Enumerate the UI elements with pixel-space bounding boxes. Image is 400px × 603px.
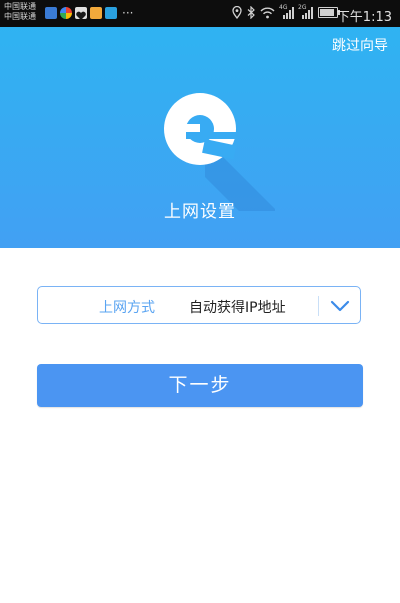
wifi-icon (260, 7, 275, 18)
system-icons: 4G 2G (232, 4, 340, 19)
carrier-name-2: 中国联通 (4, 12, 36, 21)
connection-method-select[interactable]: 上网方式 自动获得IP地址 (37, 286, 361, 324)
notification-icons: ··· (45, 6, 134, 20)
heart-icon (75, 7, 87, 20)
header-banner: 跳过向导 上网设置 (0, 27, 400, 248)
app-notification-icon (60, 7, 72, 19)
carrier-name-1: 中国联通 (4, 2, 36, 11)
location-icon (232, 6, 242, 19)
signal-icon-sim2: 2G (298, 4, 313, 19)
connection-method-label: 上网方式 (99, 300, 155, 316)
carrier-info: 中国联通 中国联通 (4, 2, 36, 22)
battery-icon (318, 7, 340, 18)
next-step-button[interactable]: 下一步 (37, 364, 363, 407)
signal-icon-sim1: 4G (279, 4, 294, 19)
app-notification-icon (105, 7, 117, 19)
app-notification-icon (45, 7, 57, 19)
status-bar: 中国联通 中国联通 ··· 4G 2G 下午1:13 (0, 0, 400, 27)
connection-method-value: 自动获得IP地址 (189, 300, 286, 316)
skip-wizard-link[interactable]: 跳过向导 (332, 35, 388, 55)
e-logo-icon (164, 93, 275, 211)
app-notification-icon (90, 7, 102, 19)
bluetooth-icon (247, 6, 255, 19)
select-divider (318, 296, 319, 316)
page-title: 上网设置 (164, 202, 236, 222)
more-notifications-icon: ··· (122, 6, 134, 20)
chevron-down-icon[interactable] (329, 298, 351, 314)
clock: 下午1:13 (336, 10, 392, 25)
